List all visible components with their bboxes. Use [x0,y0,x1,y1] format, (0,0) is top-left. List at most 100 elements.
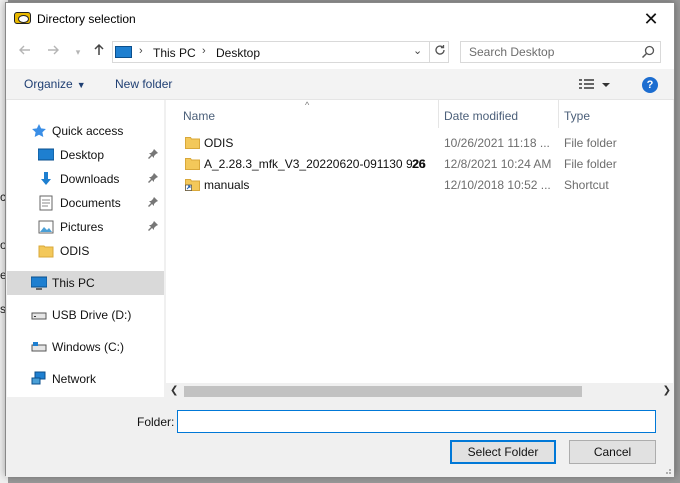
folder-icon [185,158,200,170]
up-button[interactable] [90,43,108,61]
file-name-suffix: 26 [412,157,426,171]
nav-item-windows-c[interactable]: Windows (C:) [7,335,164,359]
nav-item-label: Pictures [60,220,104,234]
column-divider[interactable] [558,100,559,128]
address-bar[interactable]: › This PC › Desktop ⌄ [112,41,449,63]
star-icon [32,124,46,137]
view-options-button[interactable] [578,77,610,93]
pin-icon[interactable] [147,220,159,232]
refresh-button[interactable] [429,42,449,62]
folder-icon [185,137,200,149]
navigation-pane: Quick access Desktop Downloads Documents… [7,100,164,397]
chevron-right-icon: › [202,45,206,57]
organize-label: Organize [24,77,73,91]
breadcrumb-desktop[interactable]: Desktop [216,46,260,60]
back-button[interactable] [16,43,34,61]
usb-drive-icon [31,312,47,320]
nav-item-label: Network [52,372,97,386]
app-icon [14,12,31,24]
pin-icon[interactable] [147,148,159,160]
pictures-icon [38,220,54,234]
folder-label: Folder: [137,415,175,429]
scroll-right-icon[interactable]: ❯ [663,385,671,396]
nav-item-label: Downloads [60,172,120,186]
nav-item-label: Documents [60,196,121,210]
search-icon [641,45,655,59]
scroll-left-icon[interactable]: ❮ [170,385,178,396]
file-type: Shortcut [564,178,609,192]
nav-item-downloads[interactable]: Downloads [7,167,164,191]
file-name: A_2.28.3_mfk_V3_20220620-091130 926 [204,157,426,171]
disk-drive-icon [31,342,47,352]
close-icon: ✕ [643,9,659,29]
search-input[interactable] [469,45,639,59]
file-list: ^ Name Date modified Type ODIS 10/26/202… [166,100,673,383]
chevron-down-icon: ▼ [76,80,86,90]
nav-item-label: Windows (C:) [52,340,125,354]
sort-ascending-icon: ^ [305,100,310,110]
chevron-right-icon: › [139,45,143,57]
nav-item-label: USB Drive (D:) [52,308,132,322]
chevron-down-icon: ▾ [75,47,81,57]
cancel-button[interactable]: Cancel [569,440,656,464]
file-name: ODIS [204,136,234,150]
file-date: 10/26/2021 11:18 ... [444,136,550,150]
resize-grip-icon[interactable] [662,465,672,475]
pc-icon [115,46,132,58]
nav-item-usb-drive[interactable]: USB Drive (D:) [7,303,164,327]
nav-item-pictures[interactable]: Pictures [7,215,164,239]
up-arrow-icon [94,43,104,55]
scrollbar-thumb[interactable] [184,386,582,397]
file-row[interactable]: A_2.28.3_mfk_V3_20220620-091130 926 26 1… [166,154,673,175]
details-view-icon [579,79,610,89]
title-bar: Directory selection ✕ [6,3,674,35]
command-bar: Organize ▼ New folder ? [6,69,674,100]
column-divider[interactable] [438,100,439,128]
refresh-icon [434,45,445,55]
close-button[interactable]: ✕ [628,3,674,35]
nav-item-label: This PC [52,276,95,290]
back-arrow-icon [19,45,30,55]
folder-icon [38,245,54,258]
dialog-footer: Folder: Select Folder Cancel [6,400,674,477]
nav-item-label: Quick access [52,124,124,138]
file-date: 12/10/2018 10:52 ... [444,178,551,192]
pin-icon[interactable] [147,196,159,208]
folder-input[interactable] [177,410,656,433]
column-header-type[interactable]: Type [564,109,590,123]
select-folder-button[interactable]: Select Folder [450,440,556,464]
recent-locations-button[interactable]: ▾ [69,43,87,61]
nav-item-label: ODIS [60,244,90,258]
file-date: 12/8/2021 10:24 AM [444,157,552,171]
directory-selection-dialog: Directory selection ✕ ▾ › This PC › Desk… [5,2,675,477]
nav-item-odis[interactable]: ODIS [7,239,164,263]
nav-item-network[interactable]: Network [7,367,164,391]
organize-button[interactable]: Organize ▼ [24,77,86,91]
forward-arrow-icon [48,45,59,55]
forward-button[interactable] [44,43,62,61]
breadcrumb-this-pc[interactable]: This PC [153,46,196,60]
file-row[interactable]: ODIS 10/26/2021 11:18 ... File folder [166,133,673,154]
desktop-icon [38,148,54,161]
column-header-date-modified[interactable]: Date modified [444,109,518,123]
file-row[interactable]: manuals 12/10/2018 10:52 ... Shortcut [166,175,673,196]
new-folder-button[interactable]: New folder [115,77,172,91]
nav-item-quick-access[interactable]: Quick access [7,119,164,143]
pin-icon[interactable] [147,172,159,184]
download-icon [41,172,51,185]
help-icon: ? [646,79,654,91]
pc-icon [31,276,47,290]
file-type: File folder [564,136,617,150]
nav-item-this-pc[interactable]: This PC [7,271,164,295]
nav-item-documents[interactable]: Documents [7,191,164,215]
address-row: ▾ › This PC › Desktop ⌄ [6,35,674,69]
address-dropdown-icon[interactable]: ⌄ [413,44,422,57]
search-box[interactable] [460,41,661,63]
horizontal-scrollbar[interactable]: ❮ ❯ [166,383,673,400]
shortcut-folder-icon [185,179,200,191]
file-name: manuals [204,178,250,192]
help-button[interactable]: ? [642,77,658,93]
column-header-name[interactable]: Name [183,109,215,123]
network-icon [31,371,46,385]
nav-item-desktop[interactable]: Desktop [7,143,164,167]
